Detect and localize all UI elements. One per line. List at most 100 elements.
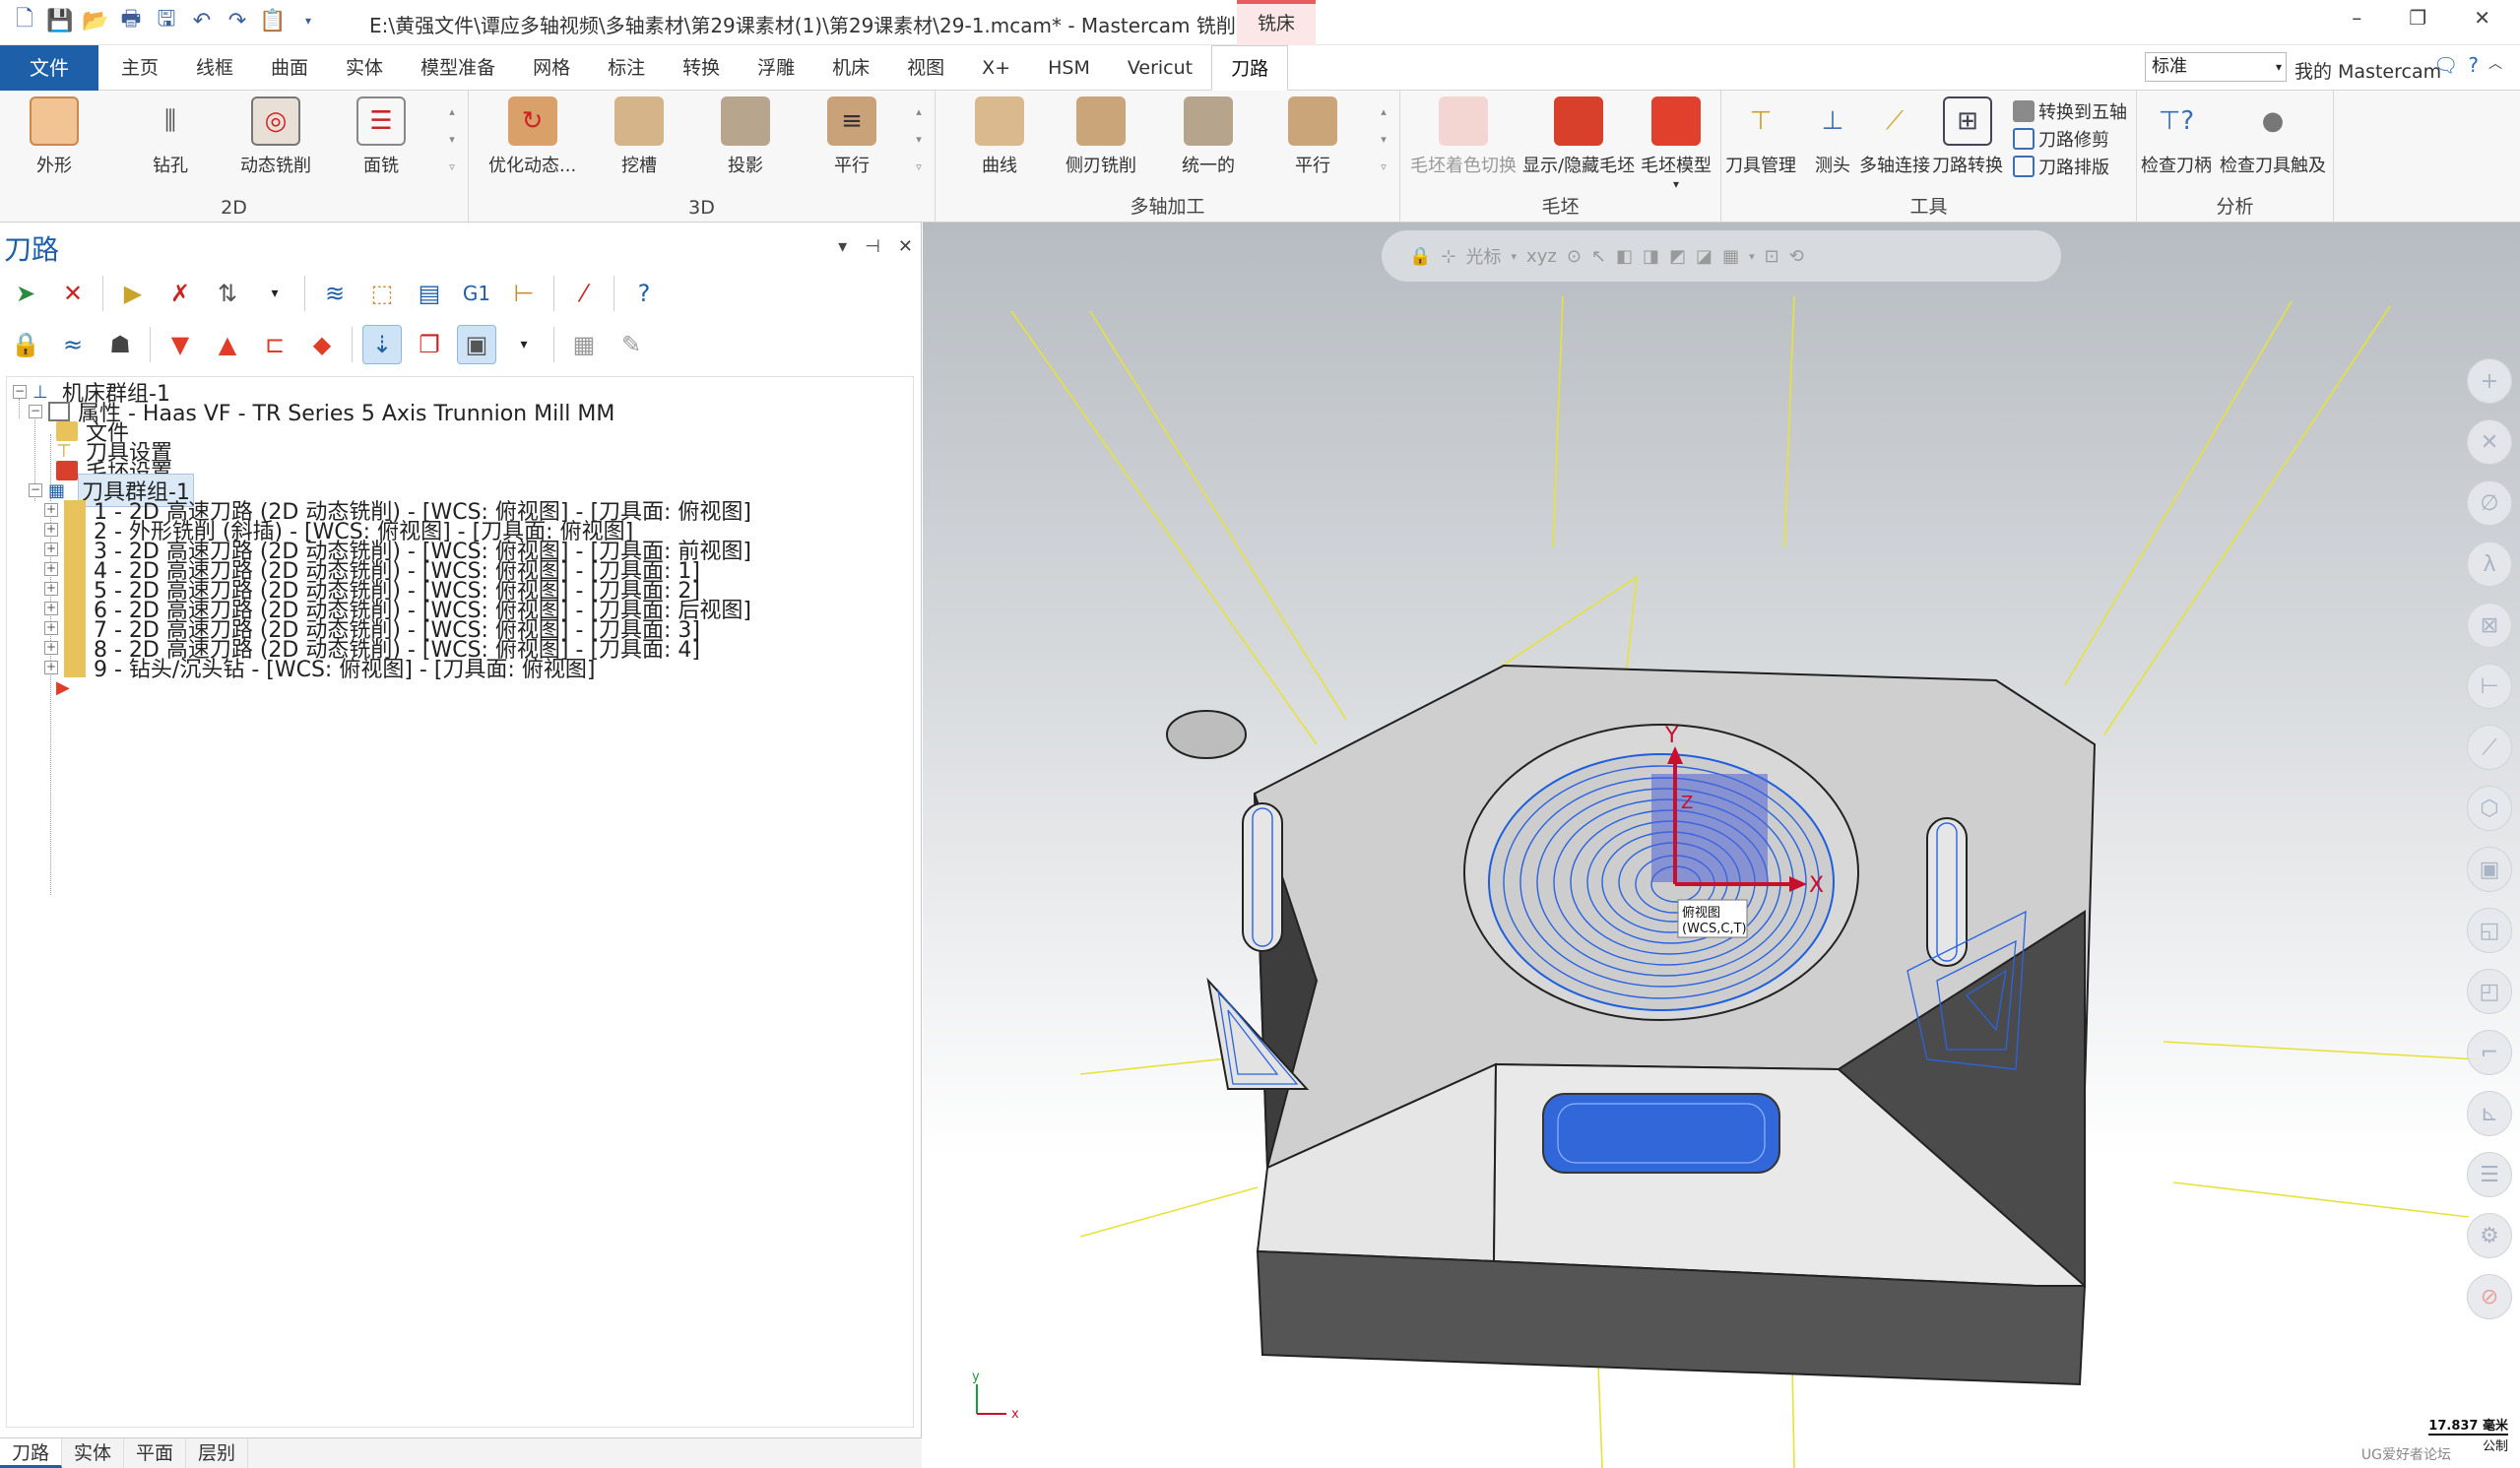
tab-surfaces[interactable]: 曲面 [252, 45, 327, 91]
regenerate-selected-icon[interactable]: ▶ [113, 274, 153, 313]
filter-icon[interactable]: ⊡ [1765, 246, 1779, 267]
chevron-down-icon[interactable]: ▾ [1512, 250, 1518, 263]
tab-planes-panel[interactable]: 平面 [124, 1438, 187, 1468]
toggle-toolpath-icon[interactable]: ≈ [53, 325, 93, 364]
cross-icon[interactable]: ✕ [2467, 419, 2512, 465]
cube-icon[interactable]: ▣ [2467, 847, 2512, 892]
lock-icon[interactable]: 🔒 [1409, 246, 1431, 267]
cursor-mode-icon[interactable]: ⊹ [1441, 246, 1455, 267]
stack-icon[interactable]: ☰ [2467, 1152, 2512, 1197]
open-icon[interactable]: 📂 [81, 6, 110, 35]
axes-icon[interactable]: ⊾ [2467, 1091, 2512, 1136]
tool-holder-icon[interactable]: ✎ [612, 325, 651, 364]
tab-vericut[interactable]: Vericut [1109, 45, 1211, 91]
panel-close-icon[interactable]: ✕ [898, 236, 913, 257]
tab-home[interactable]: 主页 [102, 45, 177, 91]
my-mastercam-link[interactable]: 我的 Mastercam [2294, 57, 2441, 84]
new-file-icon[interactable]: 🗋 [10, 6, 39, 35]
ghost-icon[interactable]: ☗ [100, 325, 140, 364]
tab-toolpaths[interactable]: 刀路 [1211, 45, 1289, 91]
select-chain-icon[interactable]: ⇣ [362, 325, 402, 364]
close-icon[interactable]: ✕ [2474, 6, 2490, 30]
tab-solids-panel[interactable]: 实体 [62, 1438, 125, 1468]
layers-icon[interactable]: ◱ [2467, 908, 2512, 953]
tab-transform[interactable]: 转换 [664, 45, 739, 91]
tab-xplus[interactable]: X+ [963, 45, 1029, 91]
drill-button[interactable]: ⫼ 钻孔 [146, 96, 195, 177]
opt-dynamic-button[interactable]: ↻ 优化动态... [488, 96, 576, 177]
check-tool-reach-button[interactable]: ● 检查刀具触及 [2220, 96, 2326, 177]
tab-mesh[interactable]: 网格 [514, 45, 589, 91]
comment-icon[interactable]: 🗨 [2433, 53, 2458, 77]
xyz-icon[interactable]: xyz [1526, 246, 1557, 267]
curve-tool-icon[interactable]: λ [2467, 542, 2512, 587]
customize-qat-icon[interactable]: ▾ [293, 6, 323, 35]
display-options-icon[interactable]: ❐ [410, 325, 449, 364]
post-selected-icon[interactable]: ⊢ [504, 274, 544, 313]
minimize-icon[interactable]: – [2352, 6, 2361, 30]
flip-icon[interactable]: ◰ [2467, 969, 2512, 1014]
contour-button[interactable]: 外形 [30, 96, 79, 177]
clear-icon[interactable]: ⟲ [1789, 246, 1804, 267]
toolpath-trim-button[interactable]: 刀路修剪 [2013, 126, 2109, 152]
project-button[interactable]: 投影 [721, 96, 770, 177]
file-menu[interactable]: 文件 [0, 45, 98, 91]
unified-button[interactable]: 统一的 [1182, 96, 1235, 177]
show-hide-stock-button[interactable]: 显示/隐藏毛坯 [1522, 96, 1635, 177]
collapse-icon[interactable]: − [29, 405, 42, 418]
tab-wireframe[interactable]: 线框 [177, 45, 252, 91]
gallery-scroll-multiaxis[interactable]: ▴ ▾ ▿ [1377, 98, 1390, 181]
swarf-button[interactable]: 侧刃铣削 [1066, 96, 1136, 177]
stock-model-button[interactable]: 毛坯模型 ▾ [1641, 96, 1712, 191]
face-mill-button[interactable]: ☰ 面铣 [356, 96, 406, 177]
backplot-icon[interactable]: ≋ [315, 274, 355, 313]
bracket-icon[interactable]: ⌐ [2467, 1030, 2512, 1075]
verify-icon[interactable]: ⬚ [362, 274, 402, 313]
paste-icon[interactable]: 📋 [258, 6, 288, 35]
scroll-insert-icon[interactable]: ◆ [302, 325, 342, 364]
save-icon[interactable]: 💾 [45, 6, 75, 35]
parallel-multiaxis-button[interactable]: 平行 [1288, 96, 1337, 177]
insert-arrow-icon[interactable]: ⊏ [255, 325, 294, 364]
stock-shade-button[interactable]: 毛坯着色切换 [1410, 96, 1517, 177]
circle-tool-icon[interactable]: ∅ [2467, 480, 2512, 526]
tool-manager-button[interactable]: ⊤ 刀具管理 [1725, 96, 1796, 177]
solid-select-icon[interactable]: ◧ [1616, 246, 1633, 267]
multiaxis-link-button[interactable]: ⟋ 多轴连接 [1859, 96, 1930, 177]
tab-drafting[interactable]: 标注 [589, 45, 664, 91]
cursor-label[interactable]: 光标 [1466, 243, 1502, 269]
print-icon[interactable]: 🖶 [116, 6, 146, 35]
chevron-down-icon[interactable]: ▾ [1749, 250, 1755, 263]
tab-machine[interactable]: 机床 [813, 45, 888, 91]
collapse-icon[interactable]: − [29, 483, 42, 497]
view-options-icon[interactable]: ▣ [457, 325, 496, 364]
face-select-icon[interactable]: ◨ [1643, 246, 1659, 267]
tab-view[interactable]: 视图 [888, 45, 963, 91]
prohibit-icon[interactable]: ⊘ [2467, 1274, 2512, 1319]
post-g1-icon[interactable]: G1 [457, 274, 496, 313]
tab-relief[interactable]: 浮雕 [739, 45, 813, 91]
select-icon[interactable]: ↖ [1591, 246, 1606, 267]
gallery-scroll-3d[interactable]: ▴ ▾ ▿ [912, 98, 926, 181]
chevron-down-icon[interactable]: ▾ [255, 274, 294, 313]
move-down-icon[interactable]: ▼ [161, 325, 200, 364]
highfeed-icon[interactable]: ⁄ [564, 274, 604, 313]
convert-5axis-button[interactable]: 转换到五轴 [2013, 98, 2127, 124]
body-select-icon[interactable]: ◪ [1696, 246, 1712, 267]
regenerate-dirty-icon[interactable]: ✗ [161, 274, 200, 313]
chevron-down-icon[interactable]: ▾ [504, 325, 544, 364]
collapse-icon[interactable]: − [13, 385, 27, 399]
save-as-icon[interactable]: 🖫 [152, 6, 181, 35]
select-all-ops-icon[interactable]: ➤ [6, 274, 45, 313]
image-icon[interactable]: ▦ [564, 325, 604, 364]
tape-icon[interactable]: ⟋ [2467, 725, 2512, 770]
tab-model-prep[interactable]: 模型准备 [402, 45, 514, 91]
probe-button[interactable]: ⊥ 测头 [1808, 96, 1857, 177]
tab-solids[interactable]: 实体 [327, 45, 402, 91]
restore-icon[interactable]: ❐ [2409, 6, 2426, 30]
curve-button[interactable]: 曲线 [975, 96, 1024, 177]
window-select-icon[interactable]: ▦ [1722, 246, 1739, 267]
panel-menu-icon[interactable]: ▾ [838, 236, 847, 257]
move-up-icon[interactable]: ▲ [208, 325, 247, 364]
measure-icon[interactable]: ⊢ [2467, 664, 2512, 709]
